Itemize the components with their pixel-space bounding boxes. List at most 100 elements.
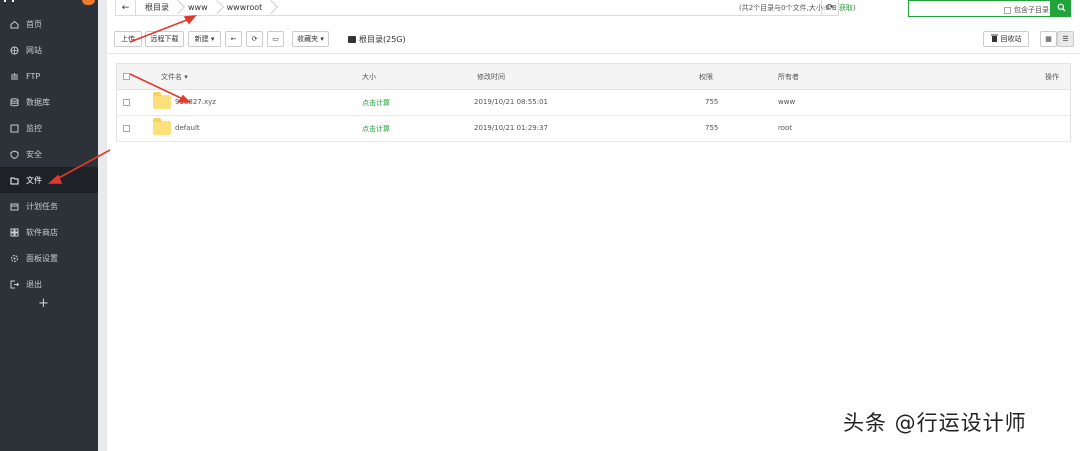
calculate-size-link[interactable]: 点击计算 <box>362 124 390 134</box>
grid-icon <box>10 228 19 237</box>
file-table: 文件名 ▾ 大小 修改时间 权限 所有者 操作 910827.xyz 点击计算 … <box>116 63 1071 142</box>
ftp-icon <box>10 72 19 81</box>
favorites-dropdown[interactable]: 收藏夹 ▾ <box>292 31 329 47</box>
disk-indicator[interactable]: 根目录(25G) <box>348 34 406 45</box>
breadcrumb-wwwroot[interactable]: wwwroot <box>218 0 273 15</box>
path-back-button[interactable]: ← <box>116 0 136 15</box>
file-name[interactable]: default <box>175 124 200 132</box>
sidebar-item-settings[interactable]: 面板设置 <box>0 245 98 271</box>
breadcrumb-root[interactable]: 根目录 <box>136 0 179 15</box>
refresh-icon: ⟳ <box>251 35 258 43</box>
grid-view-button[interactable]: ▦ <box>1040 31 1057 47</box>
column-permission[interactable]: 权限 <box>699 72 713 82</box>
modified-time: 2019/10/21 08:55:01 <box>474 98 549 106</box>
sidebar-item-label: 软件商店 <box>26 227 58 237</box>
list-view-icon: ☰ <box>1062 35 1069 43</box>
sidebar-item-ftp[interactable]: FTP <box>0 63 98 89</box>
logo <box>4 0 14 2</box>
sidebar-item-security[interactable]: 安全 <box>0 141 98 167</box>
file-name[interactable]: 910827.xyz <box>175 98 216 106</box>
remote-download-button[interactable]: 远程下载 <box>145 31 184 47</box>
sidebar-item-cron[interactable]: 计划任务 <box>0 193 98 219</box>
disk-icon <box>348 36 356 43</box>
sidebar-item-home[interactable]: 首页 <box>0 11 98 37</box>
terminal-icon: ▭ <box>272 35 279 43</box>
folder-icon <box>10 176 19 185</box>
arrow-left-icon: ← <box>230 35 237 43</box>
sidebar-item-label: 首页 <box>26 19 42 29</box>
sidebar-item-label: 面板设置 <box>26 253 58 263</box>
back-button[interactable]: ← <box>225 31 242 47</box>
globe-icon <box>10 46 19 55</box>
sidebar-item-label: 计划任务 <box>26 201 58 211</box>
calendar-icon <box>10 202 19 211</box>
sort-caret-icon: ▾ <box>184 73 188 81</box>
disk-label: 根目录(25G) <box>359 35 406 44</box>
logout-icon <box>10 280 20 289</box>
trash-icon <box>990 34 998 44</box>
search-icon <box>1057 3 1066 14</box>
sidebar-item-label: FTP <box>26 71 41 81</box>
column-actions: 操作 <box>1045 73 1059 81</box>
permission[interactable]: 755 <box>705 98 718 106</box>
sidebar-item-store[interactable]: 软件商店 <box>0 219 98 245</box>
sidebar-item-monitor[interactable]: 监控 <box>0 115 98 141</box>
sidebar-item-database[interactable]: 数据库 <box>0 89 98 115</box>
path-bar: ← 根目录 www wwwroot ⟳ <box>115 0 839 16</box>
folder-icon <box>153 118 171 135</box>
row-checkbox[interactable] <box>123 99 130 106</box>
sidebar-item-label: 网站 <box>26 45 42 55</box>
include-subdir-label: 包含子目录 <box>1014 6 1049 14</box>
notification-badge[interactable] <box>82 0 95 5</box>
column-mtime[interactable]: 修改时间 <box>477 72 505 82</box>
include-subdir-checkbox[interactable]: 包含子目录 <box>1004 5 1049 15</box>
sidebar-item-website[interactable]: 网站 <box>0 37 98 63</box>
grid-view-icon: ▦ <box>1045 35 1052 43</box>
modified-time: 2019/10/21 01:29:37 <box>474 124 549 132</box>
arrow-left-icon: ← <box>121 2 130 13</box>
recycle-bin-button[interactable]: 回收站 <box>983 31 1029 47</box>
divider <box>107 53 1080 54</box>
gear-icon <box>10 254 19 263</box>
table-row[interactable]: default 点击计算 2019/10/21 01:29:37 755 roo… <box>117 116 1070 142</box>
sidebar-item-files[interactable]: 文件 <box>0 167 98 193</box>
column-size[interactable]: 大小 <box>362 72 376 82</box>
home-icon <box>10 20 19 29</box>
select-all-checkbox[interactable] <box>123 73 130 80</box>
directory-summary: (共2个目录与0个文件,大小:0 B 获取) <box>739 4 856 12</box>
search-input[interactable]: 包含子目录 <box>908 0 1051 17</box>
column-owner[interactable]: 所有者 <box>778 72 799 82</box>
table-header: 文件名 ▾ 大小 修改时间 权限 所有者 操作 <box>117 64 1070 90</box>
recycle-bin-label: 回收站 <box>1000 35 1022 43</box>
list-view-button[interactable]: ☰ <box>1057 31 1074 47</box>
column-name[interactable]: 文件名 ▾ <box>161 72 188 82</box>
row-checkbox[interactable] <box>123 125 130 132</box>
sidebar-item-label: 安全 <box>26 149 42 159</box>
terminal-button[interactable]: ▭ <box>267 31 284 47</box>
sidebar-item-label: 文件 <box>26 175 42 185</box>
refresh-button[interactable]: ⟳ <box>246 31 263 47</box>
watermark: 头条 @行运设计师 <box>843 411 1027 435</box>
breadcrumb-www[interactable]: www <box>179 0 218 15</box>
sidebar-item-logout[interactable]: 退出 <box>0 271 98 297</box>
sidebar-item-label: 监控 <box>26 123 42 133</box>
add-button[interactable]: + <box>38 296 49 311</box>
shield-icon <box>10 149 19 159</box>
owner[interactable]: root <box>778 124 792 132</box>
search-button[interactable] <box>1051 0 1071 17</box>
sidebar-item-label: 退出 <box>26 279 42 289</box>
permission[interactable]: 755 <box>705 124 718 132</box>
sidebar-item-label: 数据库 <box>26 97 50 107</box>
upload-button[interactable]: 上传 <box>114 31 142 47</box>
checkbox-icon <box>1004 6 1011 14</box>
folder-icon <box>153 92 171 109</box>
database-icon <box>10 97 19 107</box>
monitor-icon <box>10 124 19 133</box>
table-row[interactable]: 910827.xyz 点击计算 2019/10/21 08:55:01 755 … <box>117 90 1070 116</box>
calculate-size-link[interactable]: 点击计算 <box>362 98 390 108</box>
owner[interactable]: www <box>778 98 795 106</box>
main-panel: ← 根目录 www wwwroot ⟳ (共2个目录与0个文件,大小:0 B 获… <box>107 0 1080 451</box>
sidebar: 首页 网站 FTP 数据库 监控 安全 文件 计划任务 软件商店 面板设置 退出… <box>0 0 98 451</box>
new-dropdown[interactable]: 新建 ▾ <box>188 31 221 47</box>
get-size-link[interactable]: 获取 <box>839 4 853 12</box>
